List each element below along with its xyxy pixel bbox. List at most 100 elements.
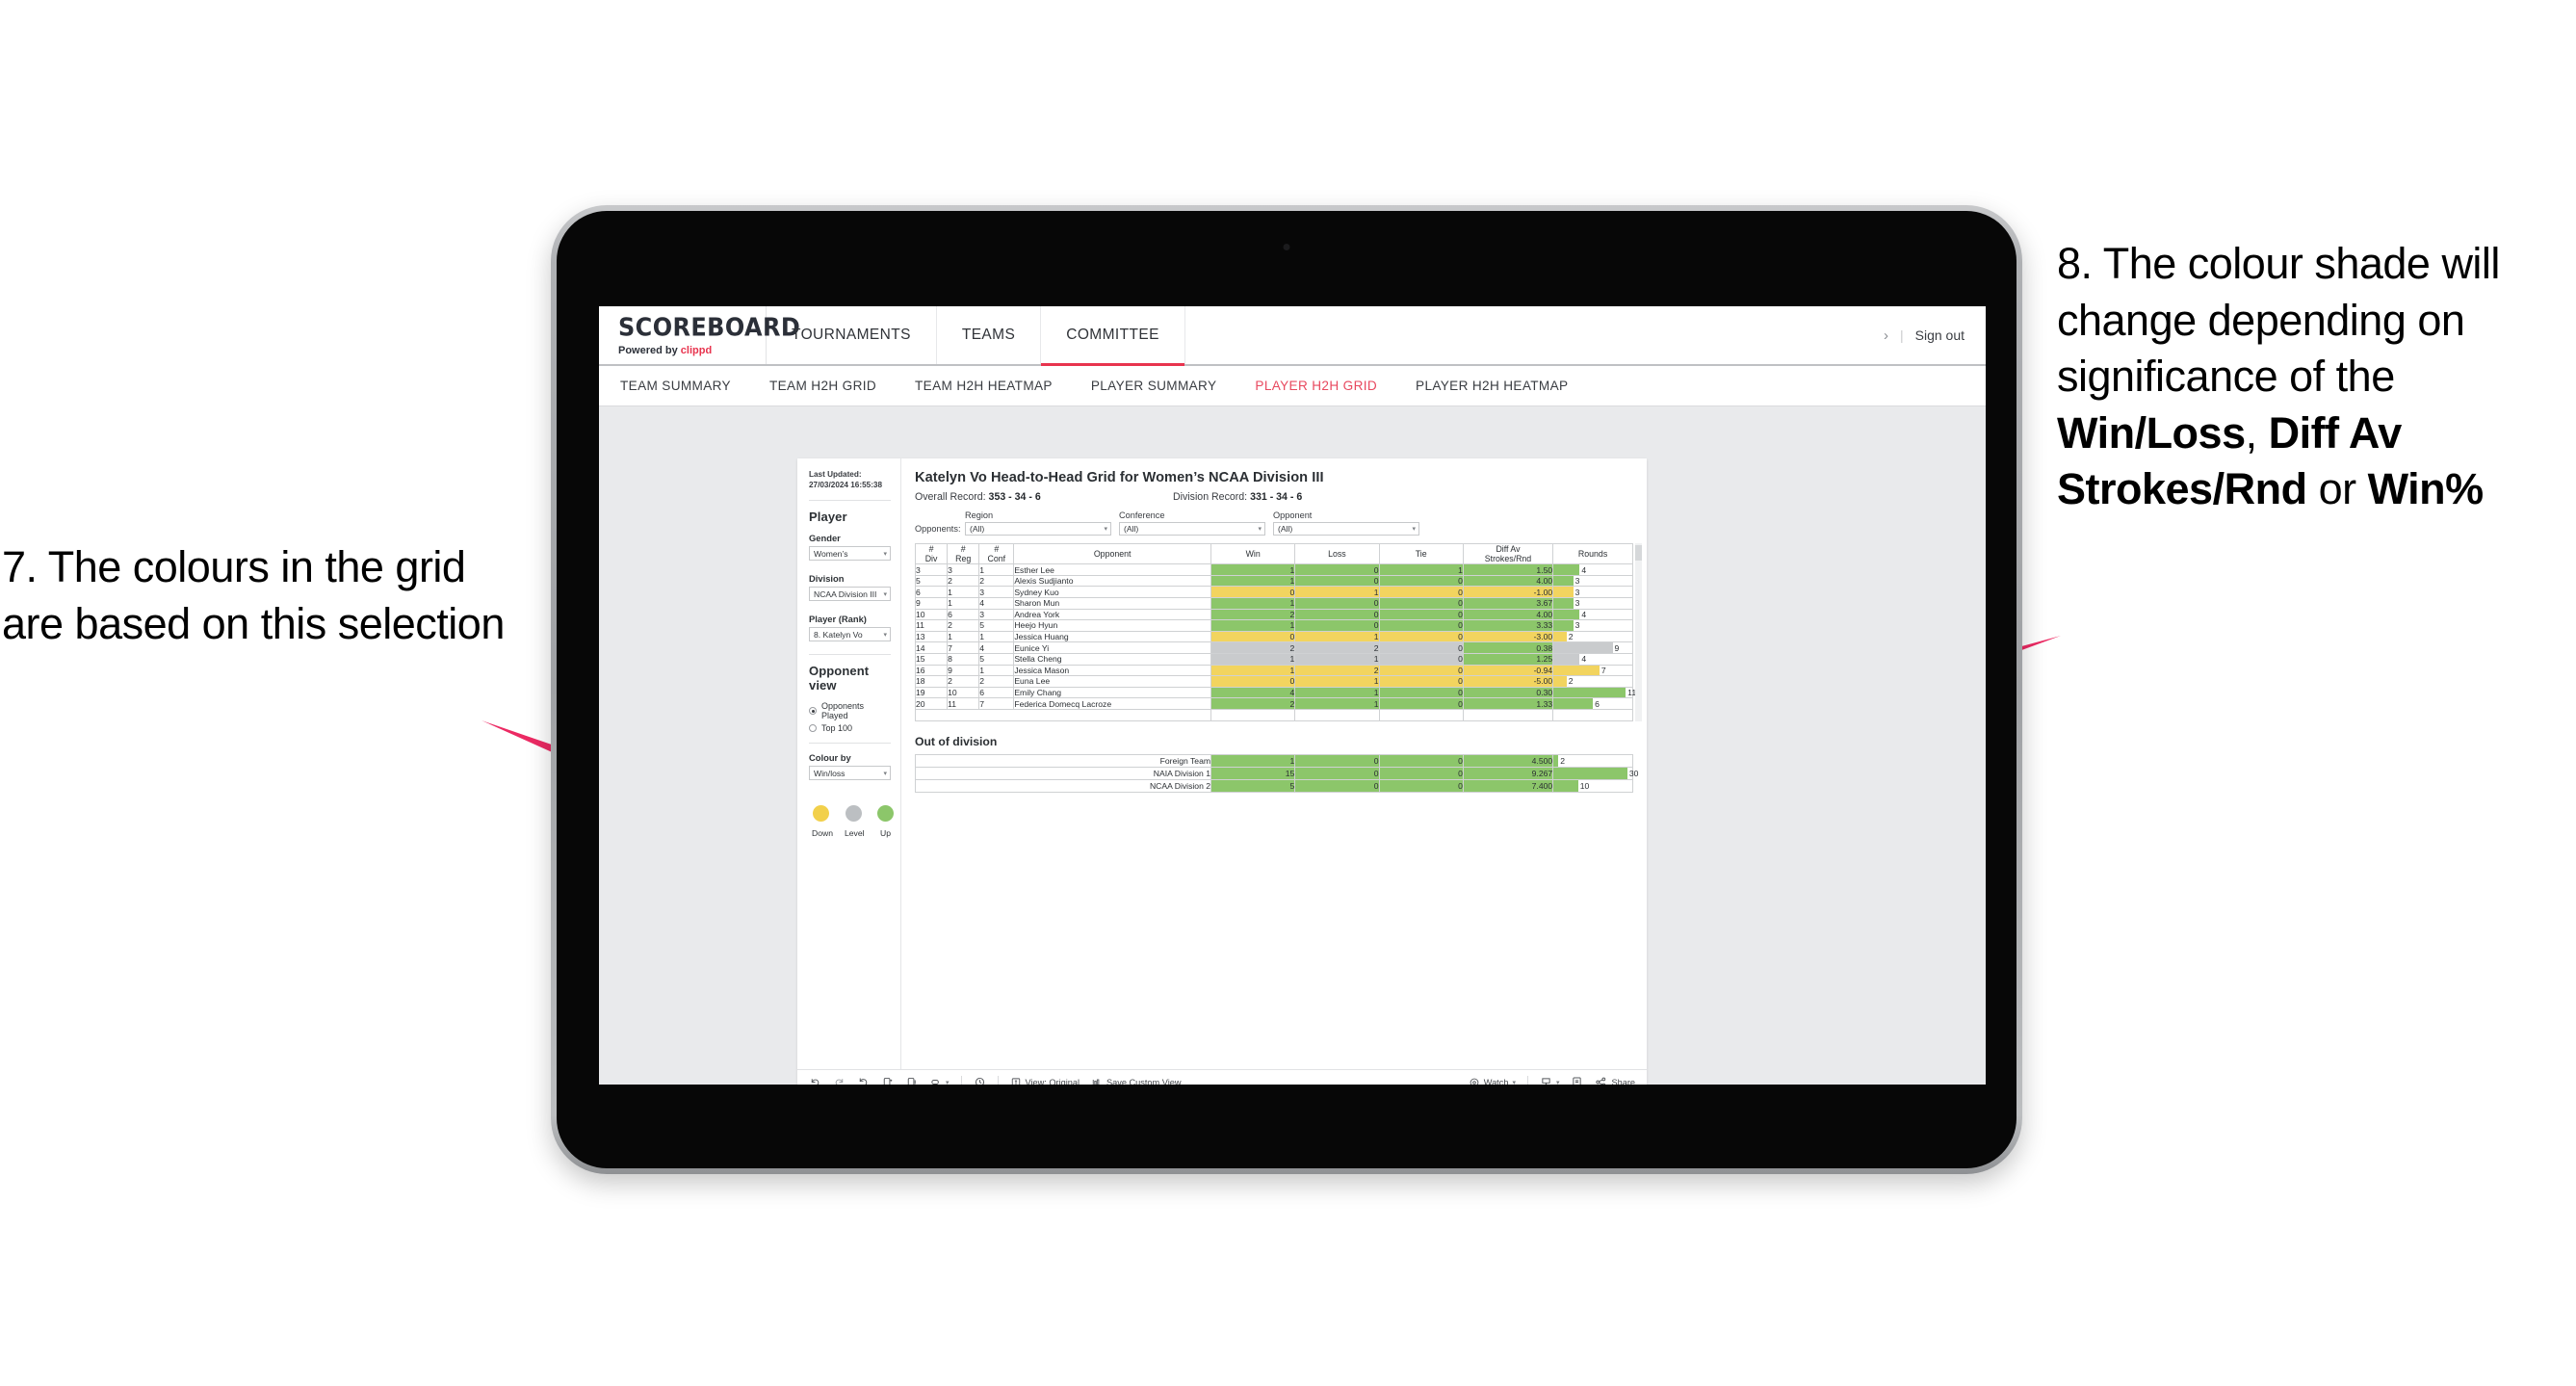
tab-team-summary[interactable]: TEAM SUMMARY: [620, 379, 731, 393]
watch-button[interactable]: Watch ▾: [1469, 1077, 1516, 1085]
opponent-select[interactable]: (All) ▾: [1273, 522, 1419, 536]
grid-cell-rank: 2: [978, 675, 1015, 688]
grid-cell-diff: -5.00: [1462, 675, 1554, 688]
fullscreen-button[interactable]: [1571, 1076, 1583, 1085]
chevron-down-icon: ▾: [1258, 526, 1262, 533]
h2h-grid-table: # Div # Reg # Conf Opponent Win Loss Tie Diff Av St…: [914, 542, 1636, 721]
undo-button[interactable]: [809, 1076, 821, 1085]
refresh-button[interactable]: [881, 1076, 894, 1085]
table-row[interactable]: 14 7 4 Eunice Yi 2 2 0 0.38 9: [914, 641, 1633, 654]
table-row[interactable]: 9 1 4 Sharon Mun 1 0 0 3.67 3: [914, 597, 1633, 610]
tab-team-h2h-heatmap[interactable]: TEAM H2H HEATMAP: [915, 379, 1053, 393]
sub-navigation: TEAM SUMMARY TEAM H2H GRID TEAM H2H HEAT…: [599, 366, 1986, 406]
opponent-filters: Opponents: Region (All) ▾ Conference (Al…: [915, 510, 1633, 536]
table-row[interactable]: 13 1 1 Jessica Huang 0 1 0 -3.00 2: [914, 630, 1633, 643]
grid-cell-rank: 18: [914, 675, 949, 688]
out-of-division-row[interactable]: Foreign Team 1 0 0 4.500 2: [914, 753, 1633, 768]
table-row[interactable]: 20 11 7 Federica Domecq Lacroze 2 1 0 1.33 6: [914, 697, 1633, 710]
download-button[interactable]: ▾: [1540, 1076, 1559, 1085]
grid-cell-rounds: 6: [1552, 697, 1633, 710]
pause-auto-updates-button[interactable]: [974, 1076, 986, 1085]
out-of-division-row[interactable]: NCAA Division 2 5 0 0 7.400 10: [914, 778, 1633, 793]
table-row[interactable]: 18 2 2 Euna Lee 0 1 0 -5.00 2: [914, 675, 1633, 688]
chevron-down-icon: ▾: [946, 1079, 950, 1085]
filter-panel: Last Updated: 27/03/2024 16:55:38 Player…: [797, 458, 901, 1069]
tab-player-h2h-grid[interactable]: PLAYER H2H GRID: [1255, 379, 1377, 393]
pause-updates-button[interactable]: [905, 1076, 918, 1085]
out-of-division-body: Foreign Team 1 0 0 4.500 2 NAIA Division 1 15 0 0…: [914, 753, 1638, 793]
grid-cell-record: 0: [1378, 619, 1464, 632]
nav-tournaments[interactable]: TOURNAMENTS: [767, 306, 937, 364]
grid-cell-rank: 9: [947, 664, 980, 677]
table-row[interactable]: 16 9 1 Jessica Mason 1 2 0 -0.94 7: [914, 664, 1633, 677]
brand-logo: SCOREBOARD Powered by clippd: [599, 306, 801, 364]
grid-cell-record: 0: [1378, 597, 1464, 610]
grid-scrollbar[interactable]: [1635, 543, 1642, 721]
gender-select[interactable]: Women’s ▾: [809, 546, 891, 561]
records-row: Overall Record: 353 - 34 - 6 Division Re…: [915, 491, 1633, 503]
ood-cell-rounds: 30: [1552, 766, 1638, 780]
player-rank-select[interactable]: 8. Katelyn Vo ▾: [809, 627, 891, 641]
share-button[interactable]: Share: [1595, 1076, 1635, 1085]
ood-cell-value: 9.267: [1462, 766, 1554, 780]
annotation-right-mid-1: ,: [2245, 407, 2269, 458]
out-of-division-row[interactable]: NAIA Division 1 15 0 0 9.267 30: [914, 766, 1638, 780]
gender-label: Gender: [809, 533, 841, 543]
grid-cell-record: 2: [1294, 664, 1380, 677]
brand-title: SCOREBOARD: [618, 312, 801, 343]
region-select[interactable]: (All) ▾: [965, 522, 1111, 536]
app-header: SCOREBOARD Powered by clippd TOURNAMENTS…: [599, 306, 1986, 366]
table-row[interactable]: 6 1 3 Sydney Kuo 0 1 0 -1.00 3: [914, 586, 1633, 598]
tab-team-h2h-grid[interactable]: TEAM H2H GRID: [769, 379, 876, 393]
dashboard-body: Last Updated: 27/03/2024 16:55:38 Player…: [797, 458, 1647, 1069]
table-row[interactable]: 19 10 6 Emily Chang 4 1 0 0.30 11: [914, 686, 1636, 699]
tab-player-summary[interactable]: PLAYER SUMMARY: [1091, 379, 1217, 393]
ood-cell-value: 1: [1210, 753, 1296, 768]
tablet-device: SCOREBOARD Powered by clippd TOURNAMENTS…: [551, 205, 2022, 1174]
grid-cell-rounds: 3: [1552, 619, 1633, 632]
nav-teams[interactable]: TEAMS: [937, 306, 1042, 364]
table-row[interactable]: 3 3 1 Esther Lee 1 0 1 1.50 4: [914, 563, 1633, 576]
panel-heading-player: Player: [809, 510, 847, 524]
redo-button[interactable]: [833, 1076, 846, 1085]
colour-by-select[interactable]: Win/loss ▾: [809, 766, 891, 780]
table-row[interactable]: 10 6 3 Andrea York 2 0 0 4.00 4: [914, 608, 1633, 621]
save-custom-view-button[interactable]: Save Custom View: [1091, 1077, 1181, 1085]
legend-up-label: Up: [880, 828, 891, 838]
nav-committee[interactable]: COMMITTEE: [1041, 306, 1185, 366]
toolbar-divider-3: [1526, 1076, 1528, 1085]
ood-cell-value: 0: [1294, 753, 1380, 768]
table-row[interactable]: 5 2 2 Alexis Sudjianto 1 0 0 4.00 3: [914, 574, 1633, 588]
grid-cell-rounds: 2: [1552, 675, 1633, 688]
view-original-label: View: Original: [1025, 1077, 1080, 1085]
annotation-right-bold-1: Win/Loss: [2057, 407, 2246, 458]
annotation-right-bold-3: Win%: [2367, 464, 2485, 513]
grid-cell-record: 1: [1210, 619, 1296, 632]
grid-cell-rank: 11: [947, 697, 980, 710]
grid-cell-record: 0: [1378, 630, 1464, 643]
grid-cell-diff: 0.38: [1462, 641, 1554, 654]
division-select[interactable]: NCAA Division III ▾: [809, 587, 891, 601]
tab-player-h2h-heatmap[interactable]: PLAYER H2H HEATMAP: [1416, 379, 1568, 393]
radio-top-100[interactable]: Top 100: [809, 723, 891, 733]
grid-cell-diff: -3.00: [1462, 630, 1554, 643]
table-row[interactable]: 15 8 5 Stella Cheng 1 1 0 1.25 4: [914, 652, 1633, 666]
chevron-right-icon[interactable]: ›: [1884, 327, 1888, 344]
grid-cell-record: 0: [1210, 630, 1296, 643]
view-original-button[interactable]: View: Original: [1010, 1077, 1080, 1085]
radio-opponents-played[interactable]: Opponents Played: [809, 701, 891, 720]
grid-cell-opponent: Esther Lee: [1013, 563, 1211, 576]
revert-button[interactable]: [857, 1076, 870, 1085]
chevron-down-icon: ▾: [1104, 526, 1107, 533]
grid-empty-rows: [915, 708, 1633, 721]
view-mode-dropdown[interactable]: ▾: [929, 1076, 950, 1085]
grid-cell-rank: 3: [914, 563, 949, 576]
grid-cell-record: 0: [1378, 574, 1464, 588]
sign-out-button[interactable]: Sign out: [1915, 327, 1965, 343]
ood-cell-name: Foreign Team: [914, 753, 1212, 768]
table-row[interactable]: 11 2 5 Heejo Hyun 1 0 0 3.33 3: [914, 619, 1633, 632]
legend-dot-up-icon: [877, 805, 894, 822]
grid-col-header: Diff Av Strokes/Rnd: [1462, 542, 1554, 565]
conference-select[interactable]: (All) ▾: [1119, 522, 1265, 536]
scrollbar-thumb[interactable]: [1635, 545, 1642, 561]
